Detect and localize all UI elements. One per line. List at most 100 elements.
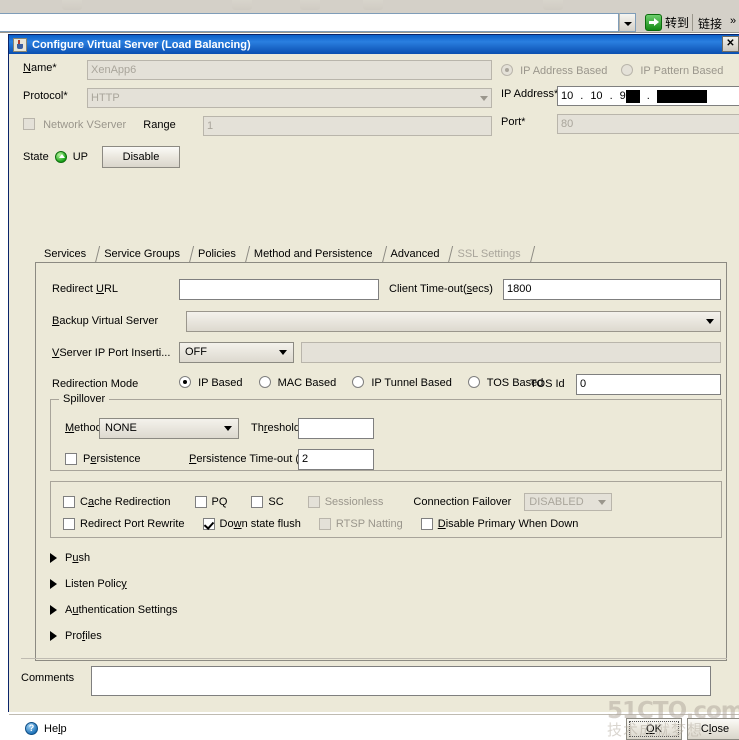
connection-failover-label: Connection Failover — [413, 496, 512, 508]
name-label: Name* — [23, 62, 57, 74]
tos-based-radio[interactable] — [467, 376, 480, 388]
sc-checkbox[interactable] — [251, 496, 264, 508]
chevron-down-icon — [598, 500, 607, 505]
vserver-ip-port-insertion-input[interactable] — [301, 342, 721, 363]
redirection-mode-label: Redirection Mode — [52, 378, 139, 390]
ip-tunnel-based-radio[interactable] — [352, 376, 365, 388]
address-input[interactable] — [0, 13, 619, 32]
tos-id-input[interactable]: 0 — [576, 374, 721, 395]
toolbar-icon-ghost-1 — [62, 0, 82, 10]
section-push[interactable]: Push — [50, 552, 90, 564]
ip-address-input[interactable]: 10 . 10 . 9 . — [557, 86, 739, 106]
state-row: State UP Disable — [23, 146, 180, 168]
tab-policies[interactable]: Policies — [189, 246, 245, 262]
links-button[interactable]: 链接 — [698, 15, 722, 32]
name-input[interactable]: XenApp6 — [87, 60, 492, 80]
connection-failover-group: Connection Failover DISABLED — [413, 493, 613, 511]
redirect-url-input[interactable] — [179, 279, 379, 300]
chevron-right-icon — [50, 605, 57, 615]
spillover-method-select[interactable]: NONE — [99, 418, 239, 439]
mac-based-radio[interactable] — [258, 376, 271, 388]
connection-failover-select[interactable]: DISABLED — [524, 493, 613, 511]
spillover-group-title: Spillover — [59, 393, 110, 405]
disable-button[interactable]: Disable — [101, 146, 180, 168]
disable-primary-when-down-option[interactable]: Disable Primary When Down — [420, 518, 578, 530]
rtsp-natting-checkbox[interactable] — [318, 518, 331, 530]
sessionless-checkbox[interactable] — [307, 496, 320, 508]
spillover-threshold-input[interactable] — [298, 418, 374, 439]
comments-label: Comments — [21, 672, 75, 684]
protocol-select[interactable]: HTTP — [87, 88, 492, 108]
links-chevron-icon[interactable]: » — [730, 15, 736, 27]
cache-redirection-option[interactable]: Cache Redirection — [63, 496, 171, 508]
redirect-port-rewrite-option[interactable]: Redirect Port Rewrite — [63, 518, 185, 530]
ip-address-based-radio[interactable] — [501, 64, 513, 76]
port-input[interactable]: 80 — [557, 114, 739, 134]
ip-pattern-based-label: IP Pattern Based — [640, 65, 724, 77]
port-row: Port* 80 — [501, 114, 739, 134]
cache-redirection-checkbox[interactable] — [63, 496, 75, 508]
rtsp-natting-label: RTSP Natting — [335, 518, 403, 530]
tab-ssl-settings[interactable]: SSL Settings — [448, 246, 529, 262]
vserver-ip-port-insertion-select[interactable]: OFF — [179, 342, 294, 363]
client-timeout-input[interactable]: 1800 — [503, 279, 721, 300]
redirection-mode-option-ip-tunnel-based[interactable]: IP Tunnel Based — [352, 376, 452, 389]
advanced-tab-panel: Redirect URL Client Time-out(secs) 1800 … — [35, 262, 727, 661]
down-state-flush-checkbox[interactable] — [202, 518, 215, 530]
state-up-arrow-icon — [54, 151, 67, 163]
state-label: State — [23, 151, 49, 163]
tab-method-and-persistence[interactable]: Method and Persistence — [245, 246, 382, 262]
persistence-timeout-input[interactable]: 2 — [298, 449, 374, 470]
section-listen-policy[interactable]: Listen Policy — [50, 578, 127, 590]
dialog-title: Configure Virtual Server (Load Balancing… — [32, 38, 251, 51]
section-authentication-settings[interactable]: Authentication Settings — [50, 604, 178, 616]
backup-vserver-select[interactable] — [186, 311, 721, 332]
ip-octet-2[interactable]: 10 — [590, 90, 602, 102]
go-arrow-icon — [645, 14, 662, 31]
section-profiles[interactable]: Profiles — [50, 630, 102, 642]
spillover-method-label: Method — [65, 422, 102, 434]
ip-pattern-based-option[interactable]: IP Pattern Based — [621, 64, 723, 77]
close-button[interactable]: Close — [687, 718, 739, 740]
redirection-mode-option-mac-based[interactable]: MAC Based — [258, 376, 336, 389]
ip-based-label: IP Based — [198, 377, 243, 389]
pq-option[interactable]: PQ — [194, 496, 228, 508]
spillover-persistence-option[interactable]: Persistence — [65, 453, 141, 465]
ok-button[interactable]: OK — [626, 718, 682, 740]
toolbar-icon-ghost-3 — [300, 0, 320, 10]
sc-option[interactable]: SC — [251, 496, 284, 508]
state-value: UP — [72, 151, 88, 163]
tab-advanced[interactable]: Advanced — [382, 246, 449, 262]
disable-primary-when-down-checkbox[interactable] — [420, 518, 433, 530]
redirect-port-rewrite-checkbox[interactable] — [63, 518, 75, 530]
section-push-label: Push — [65, 552, 91, 564]
pq-label: PQ — [211, 496, 228, 508]
port-label: Port* — [501, 116, 526, 128]
ip-based-radio[interactable] — [179, 376, 191, 388]
ip-octet-1[interactable]: 10 — [561, 90, 573, 102]
dialog-titlebar[interactable]: Configure Virtual Server (Load Balancing… — [9, 35, 739, 54]
rtsp-natting-option[interactable]: RTSP Natting — [318, 518, 403, 530]
ip-address-row: IP Address* 10 . 10 . 9 . — [501, 86, 739, 106]
address-dropdown-icon[interactable] — [619, 13, 636, 32]
browser-chrome: 转到 链接 » — [0, 0, 739, 33]
help-link[interactable]: ? Help — [25, 722, 67, 735]
sessionless-label: Sessionless — [324, 496, 384, 508]
range-input[interactable]: 1 — [203, 116, 492, 136]
ip-address-based-option[interactable]: IP Address Based — [501, 64, 607, 77]
go-button[interactable]: 转到 — [641, 12, 693, 33]
network-vserver-checkbox[interactable] — [23, 118, 35, 130]
spillover-persistence-checkbox[interactable] — [65, 453, 77, 465]
sessionless-option[interactable]: Sessionless — [307, 496, 384, 508]
pq-checkbox[interactable] — [194, 496, 207, 508]
ip-pattern-based-radio[interactable] — [621, 64, 634, 76]
comments-input[interactable] — [91, 666, 711, 696]
dialog-body: Name* XenApp6 Protocol* HTTP Network VSe… — [9, 54, 739, 740]
redirection-mode-option-ip-based[interactable]: IP Based — [179, 376, 243, 389]
chevron-down-icon — [480, 96, 488, 101]
tab-services[interactable]: Services — [35, 246, 95, 262]
tab-service-groups[interactable]: Service Groups — [95, 246, 189, 262]
down-state-flush-option[interactable]: Down state flush — [202, 518, 301, 530]
flags-row-2: Redirect Port Rewrite Down state flush R… — [63, 518, 578, 530]
close-icon[interactable]: ✕ — [722, 36, 739, 52]
